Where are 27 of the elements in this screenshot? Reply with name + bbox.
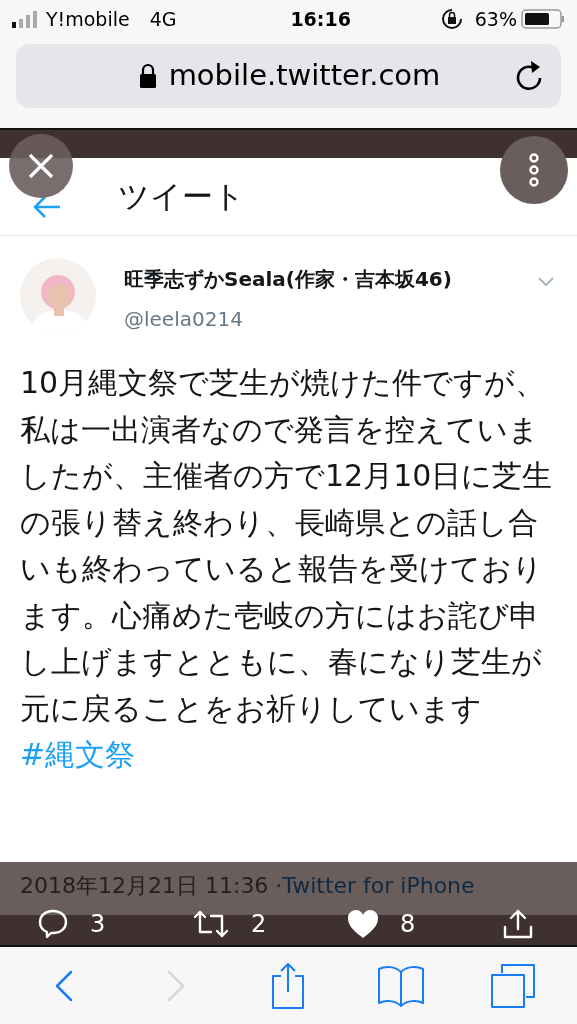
tweet-text: 10月縄文祭で芝生が焼けた件ですが、私は一出演者なので発言を控えていましたが、主催者の方で12月10日に芝生の張り替え終わり、長崎県との話し合いも終わっていると報告を受けております。心痛めた壱岐の方にはお詫び申し上げますとともに、春になり芝生が元に戻ることをお祈りしています [20,364,554,728]
action-count: 3 [90,908,106,940]
carrier-name: Y!mobile [46,6,130,32]
battery-icon [521,9,565,29]
battery-percent: 63% [474,6,517,32]
action-count: 2 [251,908,267,940]
like-button[interactable]: 8 [346,905,466,942]
network-type: 4G [149,6,177,32]
action-count: 8 [400,908,416,940]
more-icon [528,153,540,187]
book-icon[interactable] [376,963,425,1008]
tweet-date: 2018年12月21日 11:36 · [20,872,283,900]
lock-icon [138,63,157,89]
reply-button[interactable]: 3 [36,905,156,942]
header-title: ツイート [118,177,245,217]
rotation-lock-icon [440,8,463,30]
tabs-icon[interactable] [489,962,536,1009]
heart-icon [346,907,380,940]
close-icon [28,153,54,179]
clock-time: 16:16 [289,6,351,32]
address-bar[interactable]: mobile.twitter.com [16,44,561,108]
author-handle[interactable]: @leela0214 [124,304,537,334]
share-icon[interactable] [270,961,307,1010]
author-name[interactable]: 旺季志ずかSeala(作家・吉本坂46) [124,264,537,294]
chevron-down-icon[interactable] [537,276,555,288]
url-text: mobile.twitter.com [168,57,441,95]
retweet-button[interactable]: 2 [191,905,311,942]
